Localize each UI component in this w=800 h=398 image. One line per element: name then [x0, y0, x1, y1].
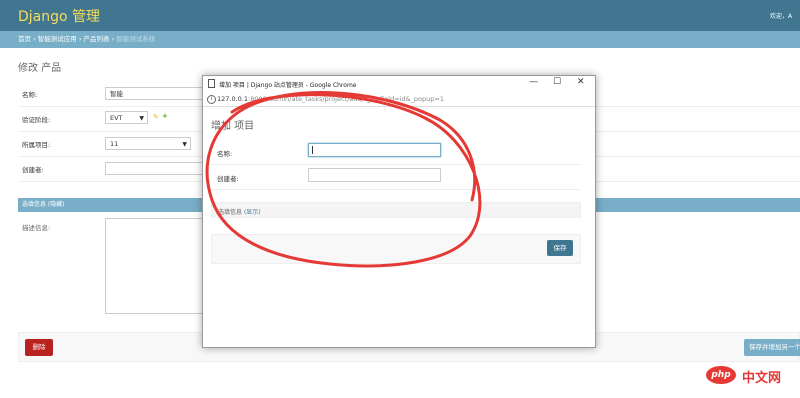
delete-button[interactable]: 删除	[25, 339, 53, 356]
text-caret	[312, 146, 313, 154]
document-icon	[208, 79, 215, 88]
stage-label: 验证阶段:	[22, 116, 51, 124]
popup-window-title: 增加 项目 | Django 站点管理员 - Google Chrome	[219, 82, 357, 89]
stage-select[interactable]: EVT ▼	[105, 111, 148, 124]
stage-select-value: EVT	[110, 114, 123, 122]
popup-row-creator: 创建者:	[211, 164, 581, 190]
breadcrumb-model[interactable]: 产品列表	[84, 35, 110, 43]
project-select[interactable]: 11 ▼	[105, 137, 191, 150]
chevron-down-icon: ▼	[139, 115, 144, 122]
header: Django 管理 欢迎，A	[0, 0, 800, 31]
popup-page-title: 增加 项目	[211, 121, 255, 132]
address-bar[interactable]: i 127.0.0.1:8000/admin/ate_tasks/project…	[203, 93, 595, 107]
php-logo: php	[706, 366, 736, 384]
popup-row-name: 名称:	[211, 139, 581, 165]
pencil-icon[interactable]: ✎	[153, 113, 159, 121]
chevron-down-icon: ▼	[182, 141, 187, 148]
address-url[interactable]: 127.0.0.1:8000/admin/ate_tasks/project/a…	[217, 95, 444, 103]
description-label: 描述信息:	[22, 224, 51, 232]
popup-fieldset-title: 选填信息	[218, 209, 243, 216]
popup-optional-fieldset: 选填信息 (显示)	[211, 202, 581, 218]
save-and-add-another-button[interactable]: 保存并增加另一个	[744, 339, 800, 356]
maximize-icon[interactable]: ☐	[553, 77, 561, 87]
info-icon[interactable]: i	[207, 95, 216, 104]
url-host: 127.0.0.1	[217, 95, 249, 103]
popup-name-label: 名称:	[217, 150, 233, 158]
description-textarea[interactable]	[105, 218, 207, 314]
optional-fieldset-title: 选填信息 (隐藏)	[22, 201, 65, 208]
popup-submit-row	[211, 234, 581, 264]
breadcrumb-home[interactable]: 首页	[18, 35, 31, 43]
popup-creator-input[interactable]	[308, 168, 441, 182]
user-tools[interactable]: 欢迎，A	[770, 11, 792, 20]
creator-field[interactable]	[105, 162, 205, 175]
popup-name-input[interactable]	[308, 143, 441, 157]
breadcrumb-app[interactable]: 智能测试应用	[38, 35, 77, 43]
name-label: 名称:	[22, 91, 38, 99]
popup-fieldset-show-link[interactable]: (显示)	[244, 209, 261, 216]
plus-icon[interactable]: +	[162, 112, 168, 120]
site-brand[interactable]: Django 管理	[18, 6, 100, 26]
name-field[interactable]: 智能	[105, 87, 205, 100]
watermark-text: 中文网	[742, 371, 782, 386]
url-path: :8000/admin/ate_tasks/project/add/?_to_f…	[248, 95, 444, 103]
minimize-icon[interactable]: —	[529, 77, 538, 87]
popup-creator-label: 创建者:	[217, 175, 239, 183]
project-select-value: 11	[110, 140, 119, 148]
breadcrumb-current: 智能测试系统	[116, 35, 156, 43]
creator-label: 创建者:	[22, 166, 44, 174]
page-title: 修改 产品	[18, 63, 62, 74]
close-icon[interactable]: ✕	[577, 77, 585, 87]
popup-titlebar: 增加 项目 | Django 站点管理员 - Google Chrome — ☐…	[203, 76, 595, 93]
breadcrumb: 首页 › 智能测试应用 › 产品列表 › 智能测试系统	[0, 31, 800, 48]
popup-window: 增加 项目 | Django 站点管理员 - Google Chrome — ☐…	[202, 75, 596, 348]
project-label: 所属项目:	[22, 141, 51, 149]
popup-save-button[interactable]: 保存	[547, 240, 573, 256]
